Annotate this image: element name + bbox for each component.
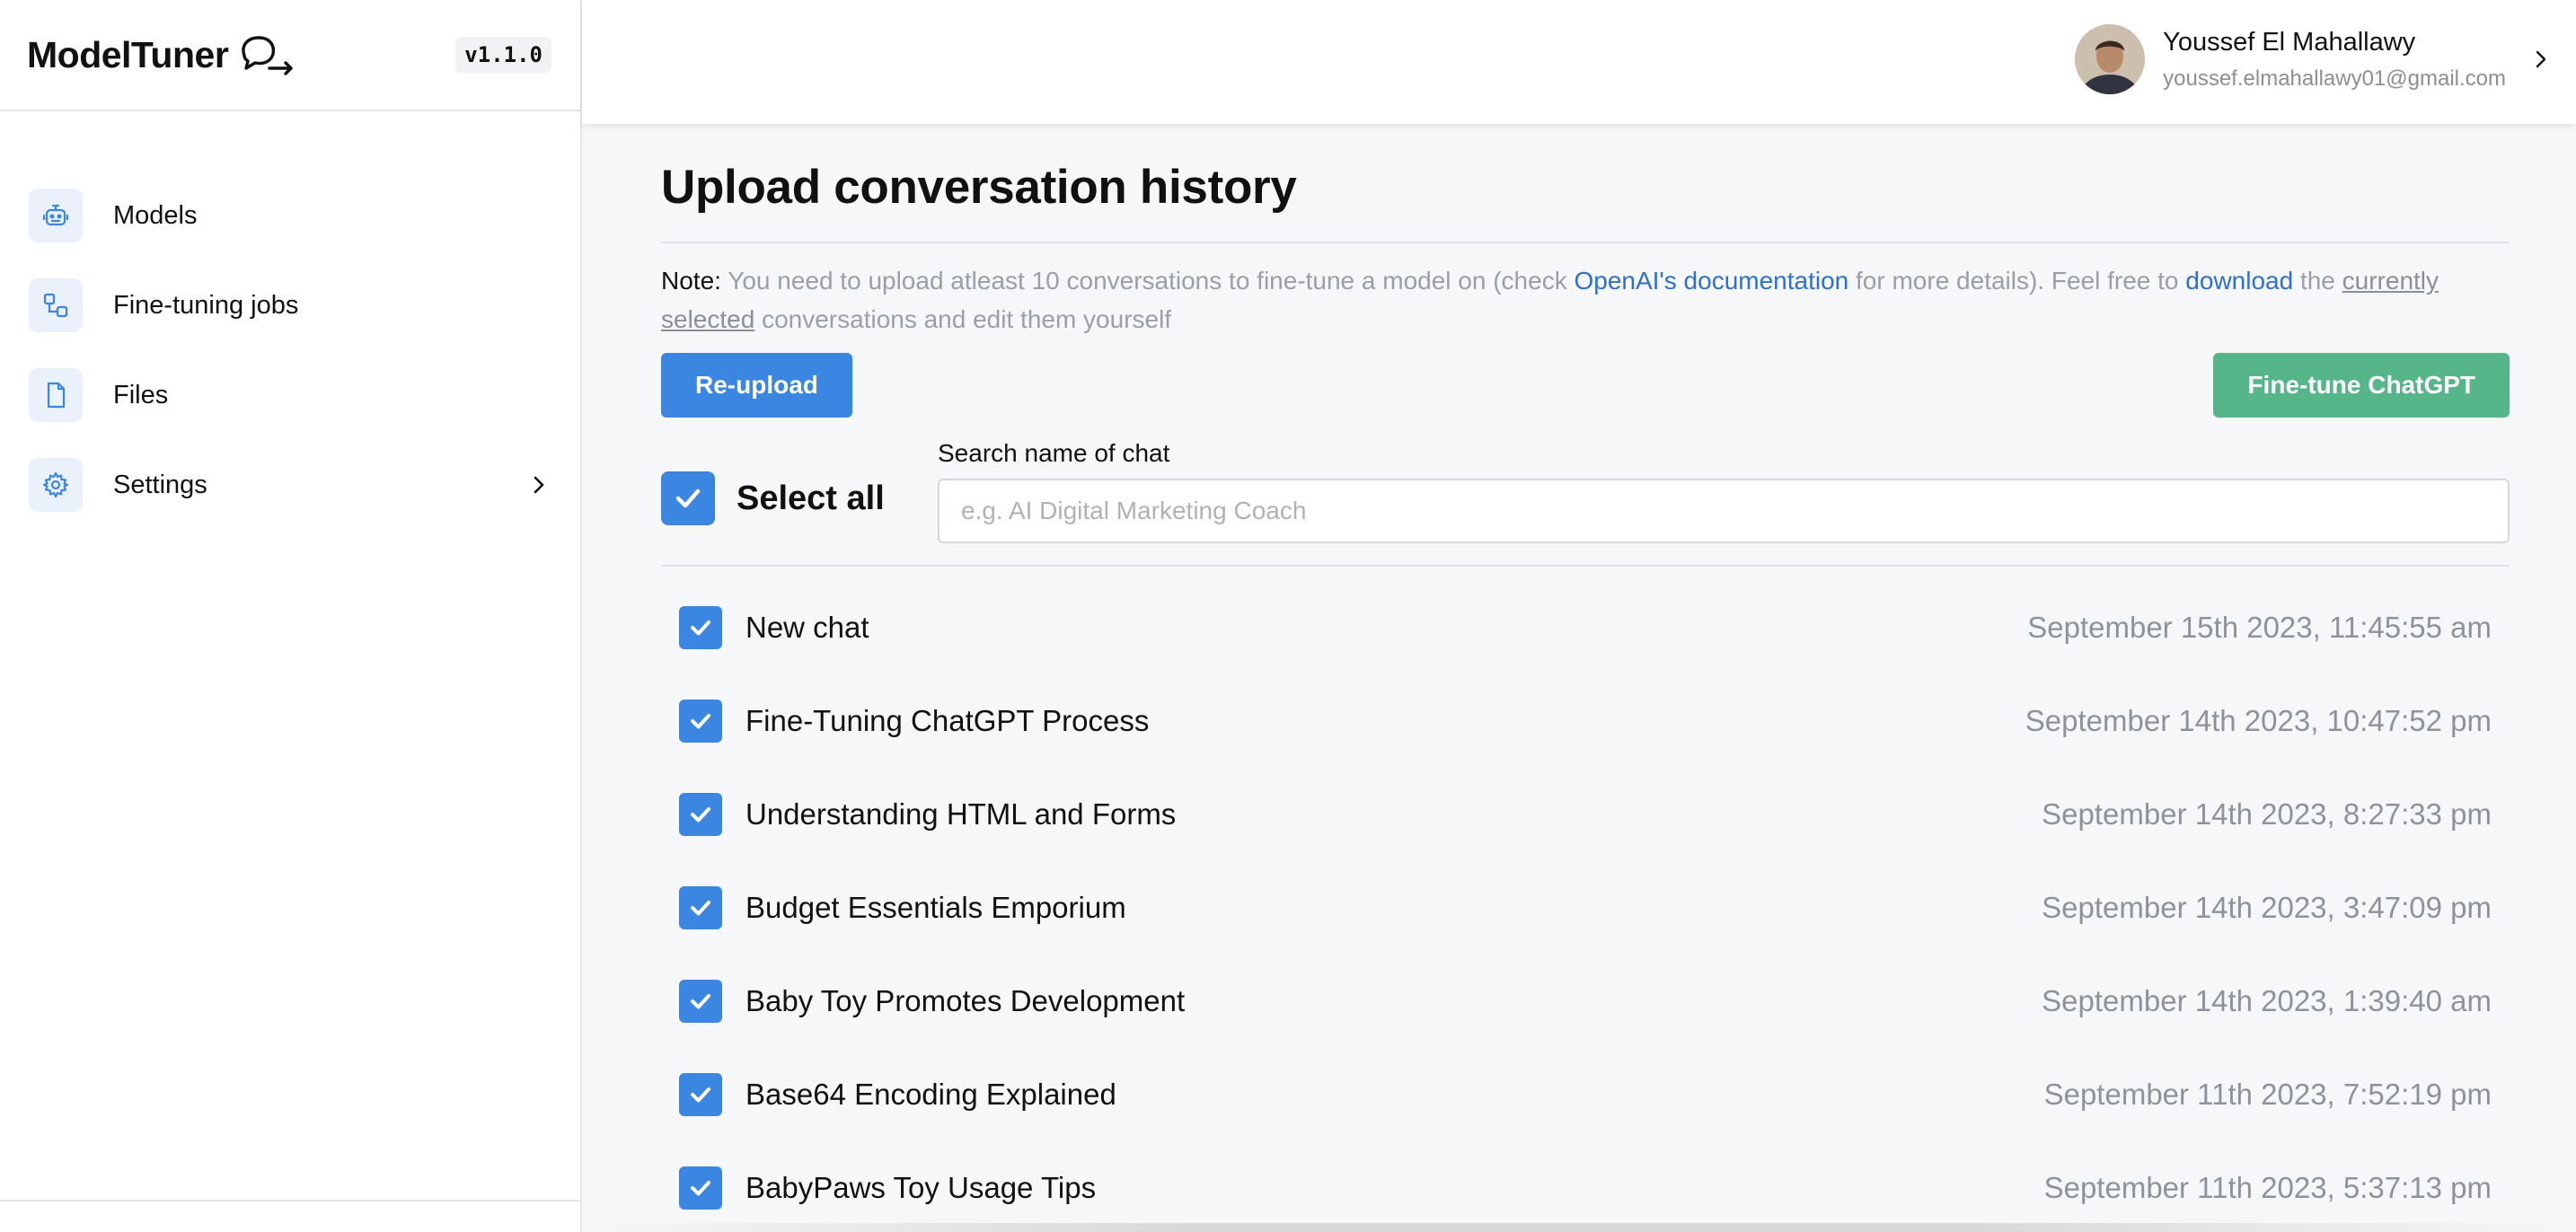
select-all-label: Select all <box>737 479 885 517</box>
checkbox-checked-icon <box>661 471 715 525</box>
divider <box>661 565 2510 567</box>
user-email: youssef.elmahallawy01@gmail.com <box>2163 66 2506 91</box>
chat-row[interactable]: BabyPaws Toy Usage Tips September 11th 2… <box>661 1141 2510 1232</box>
app-root: ModelTuner v1.1.0 Models Fine-tuning job… <box>0 0 2576 1232</box>
checkbox-checked-icon[interactable] <box>679 793 722 836</box>
chat-row[interactable]: Fine-Tuning ChatGPT Process September 14… <box>661 674 2510 768</box>
checkbox-checked-icon[interactable] <box>679 1166 722 1210</box>
checkbox-checked-icon[interactable] <box>679 980 722 1023</box>
topbar: Youssef El Mahallawy youssef.elmahallawy… <box>582 0 2576 124</box>
chevron-right-icon <box>534 476 544 494</box>
chat-list: New chat September 15th 2023, 11:45:55 a… <box>661 581 2510 1232</box>
robot-icon <box>29 189 83 242</box>
chat-date: September 11th 2023, 7:52:19 pm <box>2043 1078 2492 1111</box>
chat-date: September 14th 2023, 3:47:09 pm <box>2042 891 2492 924</box>
chat-name: Budget Essentials Emporium <box>745 891 1126 924</box>
chat-name: Base64 Encoding Explained <box>745 1078 1116 1111</box>
search-label: Search name of chat <box>938 439 1170 467</box>
chat-date: September 14th 2023, 1:39:40 am <box>2042 984 2492 1017</box>
checkbox-checked-icon[interactable] <box>679 700 722 743</box>
search-input[interactable] <box>938 479 2510 543</box>
note-text: Note: You need to upload atleast 10 conv… <box>661 261 2510 339</box>
version-badge: v1.1.0 <box>455 37 551 73</box>
avatar <box>2075 24 2146 94</box>
sidebar-item-settings[interactable]: Settings <box>0 440 580 530</box>
checkbox-checked-icon[interactable] <box>679 1073 722 1116</box>
brand-name: ModelTuner <box>27 33 229 75</box>
chat-row[interactable]: Base64 Encoding Explained September 11th… <box>661 1048 2510 1141</box>
note-segment: the <box>2293 267 2342 295</box>
workflow-icon <box>29 278 83 332</box>
openai-docs-link[interactable]: OpenAI's documentation <box>1574 267 1848 295</box>
chat-name: BabyPaws Toy Usage Tips <box>745 1171 1097 1204</box>
sidebar-item-label: Settings <box>113 470 207 499</box>
sidebar-item-models[interactable]: Models <box>0 171 580 260</box>
fine-tune-chatgpt-button[interactable]: Fine-tune ChatGPT <box>2213 353 2510 418</box>
note-segment: You need to upload atleast 10 conversati… <box>720 267 1575 295</box>
bottom-shadow <box>582 1223 2576 1232</box>
chat-row[interactable]: New chat September 15th 2023, 11:45:55 a… <box>661 581 2510 674</box>
chat-name: Fine-Tuning ChatGPT Process <box>745 704 1150 737</box>
note-label: Note: <box>661 267 721 295</box>
chat-name: Baby Toy Promotes Development <box>745 984 1186 1017</box>
user-name: Youssef El Mahallawy <box>2163 27 2416 57</box>
select-all-checkbox[interactable]: Select all <box>661 471 885 525</box>
filter-row: Select all Search name of chat <box>661 418 2510 561</box>
chat-date: September 14th 2023, 10:47:52 pm <box>2025 704 2492 737</box>
chat-row[interactable]: Understanding HTML and Forms September 1… <box>661 768 2510 861</box>
checkbox-checked-icon[interactable] <box>679 606 722 649</box>
chevron-right-icon <box>2536 50 2546 68</box>
chat-date: September 11th 2023, 5:37:13 pm <box>2043 1171 2492 1204</box>
chat-row[interactable]: Baby Toy Promotes Development September … <box>661 955 2510 1048</box>
sidebar-item-fine-tuning-jobs[interactable]: Fine-tuning jobs <box>0 260 580 350</box>
sidebar-item-label: Files <box>113 380 169 409</box>
user-menu[interactable]: Youssef El Mahallawy youssef.elmahallawy… <box>2075 23 2553 95</box>
divider <box>661 242 2510 243</box>
brand-bar: ModelTuner v1.1.0 <box>0 0 580 111</box>
checkbox-checked-icon[interactable] <box>679 886 722 929</box>
brand[interactable]: ModelTuner <box>27 32 296 77</box>
file-icon <box>29 368 83 422</box>
note-segment: for more details). Feel free to <box>1848 267 2186 295</box>
sidebar: ModelTuner v1.1.0 Models Fine-tuning job… <box>0 0 582 1232</box>
sidebar-item-label: Models <box>113 200 198 230</box>
chat-date: September 15th 2023, 11:45:55 am <box>2027 611 2492 644</box>
chat-row[interactable]: Budget Essentials Emporium September 14t… <box>661 861 2510 955</box>
sidebar-footer <box>0 1200 580 1232</box>
download-link[interactable]: download <box>2185 267 2293 295</box>
page-title: Upload conversation history <box>661 161 1297 214</box>
chat-arrow-logo-icon <box>242 36 293 75</box>
action-bar: Re-upload Fine-tune ChatGPT <box>661 353 2510 418</box>
sidebar-item-label: Fine-tuning jobs <box>113 290 299 320</box>
main-content: Upload conversation history Note: You ne… <box>661 124 2510 1232</box>
chat-date: September 14th 2023, 8:27:33 pm <box>2042 797 2492 831</box>
user-info: Youssef El Mahallawy youssef.elmahallawy… <box>2163 28 2506 92</box>
chat-name: Understanding HTML and Forms <box>745 797 1177 831</box>
note-segment: conversations and edit them yourself <box>754 305 1172 333</box>
reupload-button[interactable]: Re-upload <box>661 353 852 418</box>
sidebar-nav: Models Fine-tuning jobs Files Settings <box>0 111 580 530</box>
sidebar-item-files[interactable]: Files <box>0 350 580 440</box>
chat-name: New chat <box>745 611 869 644</box>
gear-icon <box>29 458 83 512</box>
